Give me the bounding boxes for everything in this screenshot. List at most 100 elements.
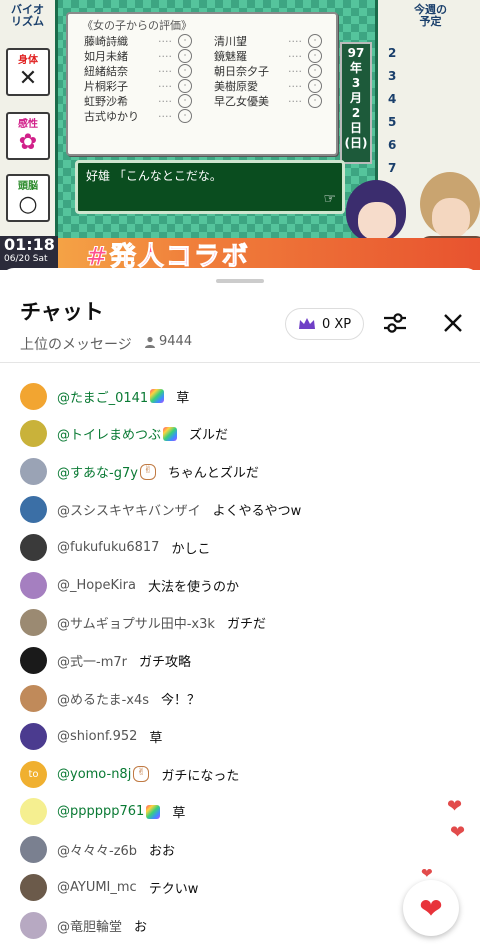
- girl-row: 美樹原愛 ···· ·: [214, 79, 322, 94]
- message-author[interactable]: @yomo-n8j: [57, 767, 131, 782]
- chat-filter-dropdown[interactable]: 上位のメッセージ: [20, 334, 132, 354]
- avatar[interactable]: [20, 495, 47, 523]
- message-author[interactable]: @々々々-z6b: [57, 840, 137, 859]
- member-hand-badge-icon: ✌: [139, 463, 156, 480]
- girls-evaluation-card: 《女の子からの評価》 藤崎詩織 ···· · 如月未緒 ···· · 紐緒結奈 ···· · 片桐…: [66, 12, 338, 156]
- hand-cursor-icon: ☞: [323, 191, 336, 207]
- girl-row: 古式ゆかり ···· ·: [84, 109, 192, 124]
- avatar[interactable]: [20, 684, 47, 712]
- chat-message[interactable]: @トイレまめつぶ ズルだ: [20, 420, 228, 448]
- message-author[interactable]: @式一-m7r: [57, 651, 127, 670]
- avatar[interactable]: [20, 722, 47, 750]
- message-author[interactable]: @AYUMI_mc: [57, 880, 137, 895]
- girl-name: 朝日奈夕子: [214, 65, 269, 78]
- avatar[interactable]: [20, 382, 47, 410]
- date-part: 月: [349, 91, 362, 105]
- avatar[interactable]: [20, 420, 47, 448]
- message-author[interactable]: @竜胆輪堂: [57, 916, 122, 935]
- girl-name: 清川望: [214, 35, 247, 48]
- dialog-box: 好雄 「こんなとこだな。 ☞: [75, 160, 345, 214]
- message-author[interactable]: @_HopeKira: [57, 578, 136, 593]
- brain-label: 頭脳: [18, 181, 38, 192]
- message-text: おお: [149, 844, 176, 860]
- message-author[interactable]: @めるたま-x4s: [57, 689, 149, 708]
- avatar[interactable]: [20, 571, 47, 599]
- avatar[interactable]: [20, 609, 47, 637]
- chat-message[interactable]: to @yomo-n8j ✌ ガチになった: [20, 760, 239, 788]
- message-author[interactable]: @たまご_0141: [57, 387, 148, 406]
- timer-time: 01:18: [4, 235, 55, 254]
- message-author[interactable]: @トイレまめつぶ: [57, 424, 161, 443]
- chat-message[interactable]: @スシスキヤキバンザイ よくやるやつw: [20, 495, 301, 523]
- message-text: ズルだ: [189, 428, 229, 444]
- chat-message[interactable]: @_HopeKira 大法を使うのか: [20, 571, 239, 599]
- avatar[interactable]: [20, 647, 47, 675]
- message-text: テクいw: [148, 881, 199, 897]
- schedule-day: 4: [388, 92, 397, 106]
- avatar[interactable]: [20, 798, 47, 826]
- avatar[interactable]: [20, 458, 47, 486]
- chat-message[interactable]: @めるたま-x4s 今！？: [20, 684, 200, 712]
- girls-list-left: 藤崎詩織 ···· · 如月未緒 ···· · 紐緒結奈 ···· · 片桐彩子 ···· · 虹野沙希…: [84, 34, 192, 124]
- schedule-day: 3: [388, 69, 397, 83]
- message-author[interactable]: @shionf.952: [57, 729, 137, 744]
- face-icon: ·: [178, 64, 192, 78]
- face-icon: ·: [178, 34, 192, 48]
- drag-handle[interactable]: [216, 279, 264, 283]
- message-author[interactable]: @fukufuku6817: [57, 540, 159, 555]
- message-text: 大法を使うのか: [147, 579, 239, 595]
- chat-message[interactable]: @々々々-z6b おお: [20, 836, 175, 864]
- chat-panel: チャット 上位のメッセージ 9444 0 XP @たまご_0141 草 @トイレまめ…: [0, 268, 480, 949]
- body-label: 身体: [18, 55, 38, 66]
- settings-sliders-icon[interactable]: [382, 310, 408, 336]
- chat-message[interactable]: @竜胆輪堂お: [20, 911, 147, 939]
- schedule-day: 6: [388, 138, 397, 152]
- flower-icon: ✿: [18, 130, 38, 155]
- avatar[interactable]: [20, 911, 47, 939]
- chat-message[interactable]: @たまご_0141 草: [20, 382, 189, 410]
- timer-date: 06/20 Sat: [4, 254, 48, 264]
- avatar[interactable]: [20, 533, 47, 561]
- message-author[interactable]: @pppppp761: [57, 804, 144, 819]
- girl-name: 早乙女優美: [214, 95, 269, 108]
- chat-message-list[interactable]: @たまご_0141 草 @トイレまめつぶ ズルだ @すあな-g7y ✌ ちゃんとズルだ @スシ…: [0, 363, 480, 949]
- chat-message[interactable]: @サムギョプサル田中-x3k ガチだ: [20, 609, 266, 637]
- heart-icon: ❤: [419, 891, 443, 925]
- message-text: お: [134, 919, 148, 935]
- leader-dots: ····: [288, 95, 302, 108]
- face-icon: ·: [308, 94, 322, 108]
- message-author[interactable]: @すあな-g7y: [57, 462, 138, 481]
- chat-title: チャット: [20, 300, 104, 324]
- girl-row: 鏡魅羅 ···· ·: [214, 49, 322, 64]
- chat-message[interactable]: @式一-m7r ガチ攻略: [20, 647, 191, 675]
- dialog-text: 好雄 「こんなとこだな。: [86, 169, 222, 183]
- message-author[interactable]: @スシスキヤキバンザイ: [57, 500, 201, 519]
- reaction-heart-button[interactable]: ❤: [403, 880, 459, 936]
- leader-dots: ····: [288, 65, 302, 78]
- chat-message[interactable]: @AYUMI_mc テクいw: [20, 873, 198, 901]
- girl-row: 片桐彩子 ···· ·: [84, 79, 192, 94]
- avatar[interactable]: [20, 836, 47, 864]
- girl-name: 鏡魅羅: [214, 50, 247, 63]
- chat-message[interactable]: @すあな-g7y ✌ ちゃんとズルだ: [20, 458, 259, 486]
- face-icon: ·: [308, 79, 322, 93]
- close-icon[interactable]: [440, 310, 466, 336]
- leader-dots: ····: [158, 110, 172, 123]
- chat-message[interactable]: @fukufuku6817 かしこ: [20, 533, 210, 561]
- avatar[interactable]: [20, 873, 47, 901]
- face-icon: ·: [178, 94, 192, 108]
- avatar[interactable]: to: [20, 760, 47, 788]
- chat-message[interactable]: @pppppp761 草: [20, 798, 185, 826]
- girl-row: 如月未緒 ···· ·: [84, 49, 192, 64]
- xp-button[interactable]: 0 XP: [285, 308, 365, 340]
- chat-message[interactable]: @shionf.952 草: [20, 722, 162, 750]
- face-icon: ·: [178, 49, 192, 63]
- video-player[interactable]: バイオ リズム 身体 ✕ 感性 ✿ 頭脳 ○ 《女の子からの評価》 藤崎詩織 ···…: [0, 0, 480, 270]
- date-part: 2: [351, 106, 361, 120]
- message-text: ガチだ: [226, 617, 266, 633]
- message-text: ガチになった: [161, 768, 240, 784]
- girl-row: 朝日奈夕子 ···· ·: [214, 64, 322, 79]
- leader-dots: ····: [158, 95, 172, 108]
- message-author[interactable]: @サムギョプサル田中-x3k: [57, 613, 215, 632]
- calendar-date: 97 年 3 月 2 日 (日): [340, 42, 372, 164]
